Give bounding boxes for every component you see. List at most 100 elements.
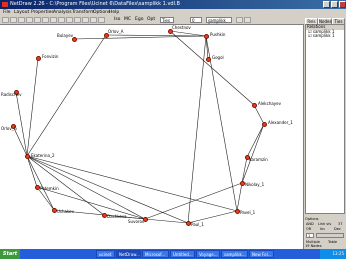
node-label: Paul_1 (191, 222, 204, 227)
node-label: Ekaterina_2 (31, 153, 55, 158)
label-icon[interactable] (90, 17, 97, 23)
link-vis-label: Link vis (318, 222, 332, 226)
ego-button[interactable]: Ego (135, 16, 143, 24)
node-label: Fonvizin (42, 54, 59, 59)
network-node[interactable] (101, 212, 107, 218)
options-label: Options (305, 217, 319, 221)
network-node[interactable] (24, 153, 30, 159)
network-node[interactable] (34, 184, 40, 190)
clock: 13:25 (332, 251, 344, 256)
network-node[interactable] (234, 208, 240, 214)
network-node[interactable] (51, 207, 57, 213)
maximize-button[interactable] (331, 1, 338, 8)
node-icon[interactable] (50, 17, 57, 23)
tie-line (26, 155, 55, 211)
task-netdraw[interactable]: NetDraw... (116, 250, 141, 258)
task-samplikk[interactable]: samplikk... (221, 250, 248, 258)
taskbar: Start ucinet NetDraw... Microsof... Unti… (0, 249, 346, 259)
node-label: Radischev (1, 92, 22, 97)
node-label: Alekchayev (258, 101, 282, 106)
layout-icon[interactable] (34, 17, 41, 23)
tie-line (169, 30, 207, 37)
tie-line (246, 123, 265, 158)
network-node[interactable] (251, 102, 257, 108)
close-button[interactable] (339, 1, 346, 8)
tie-icon[interactable] (58, 17, 65, 23)
dataset-select[interactable]: samplikk 1.vdl (206, 17, 232, 28)
system-tray: 13:25 (320, 249, 346, 259)
task-microsoft[interactable]: Microsof... (142, 250, 169, 258)
shape-icon[interactable] (74, 17, 81, 23)
node-label: Suvorov (128, 219, 145, 224)
info-icon[interactable] (98, 17, 105, 23)
relation-label: samplikk 1 (312, 33, 335, 38)
save-icon[interactable] (10, 17, 17, 23)
tie-line (36, 186, 146, 220)
network-canvas[interactable]: Orlov_A Bulayev Chestnov Pushkin Gogol Fonviz… (0, 24, 304, 250)
zoom-icon[interactable] (42, 17, 49, 23)
threshold-slider[interactable] (316, 233, 344, 238)
menu-options[interactable]: Options (93, 9, 110, 16)
value-field[interactable]: 0 (190, 17, 202, 23)
dec-checkbox[interactable]: Dec (334, 227, 341, 231)
link-vis-value: 37 (338, 222, 343, 226)
mc-button[interactable]: MC (124, 16, 131, 24)
menu-properties[interactable]: Properties (31, 9, 54, 16)
network-node[interactable] (185, 220, 191, 226)
network-node[interactable] (35, 55, 41, 61)
menu-bar: File Layout Properties Analysis Transfor… (0, 9, 346, 16)
menu-analysis[interactable]: Analysis (53, 9, 72, 16)
opt-button[interactable]: Opt (147, 16, 155, 24)
down-arrow-icon[interactable] (244, 17, 251, 23)
and-radio[interactable]: AND (306, 222, 314, 226)
task-untitled[interactable]: Untitled... (170, 250, 195, 258)
task-voyage[interactable]: Voyage... (196, 250, 220, 258)
tie-line (241, 123, 265, 184)
node-label: Pavel_1 (240, 210, 256, 215)
minimize-button[interactable] (323, 1, 330, 8)
node-label: Bulayev (57, 33, 74, 38)
app-icon (2, 2, 8, 7)
network-node[interactable] (261, 121, 267, 127)
node-label: Ushakov (57, 209, 74, 214)
open-icon[interactable] (2, 17, 9, 23)
tie-line (187, 35, 207, 224)
relation-item[interactable]: ☑ samplikk 1 (306, 33, 344, 39)
tie-line (236, 182, 243, 212)
network-node[interactable] (203, 33, 209, 39)
node-label: Gogol (212, 55, 224, 60)
network-node[interactable] (205, 56, 211, 62)
relations-list[interactable]: Relations ☑ samplikk 1 ☑ samplikk 1 (305, 24, 345, 214)
threshold-field[interactable]: 1 (306, 233, 314, 238)
node-label: Dashkova (107, 214, 127, 219)
start-button[interactable]: Start (0, 249, 20, 259)
tie-line (105, 34, 207, 37)
task-new-folder[interactable]: New Fol... (249, 250, 274, 258)
or-radio[interactable]: OR (306, 227, 311, 231)
node-label: Nikolay_1 (245, 182, 265, 187)
toolbar: Iso MC Ego Opt Ties 0 samplikk 1.vdl (0, 16, 346, 28)
menu-layout[interactable]: Layout (14, 9, 29, 16)
size-icon[interactable] (82, 17, 89, 23)
inc-checkbox[interactable]: Inc (320, 227, 325, 231)
ties-field[interactable]: Ties (160, 17, 174, 23)
tie-line (144, 218, 189, 224)
network-node[interactable] (239, 180, 245, 186)
menu-transform[interactable]: Transform (72, 9, 94, 16)
tie-line (205, 35, 209, 60)
print-icon[interactable] (18, 17, 25, 23)
threshold-value: 1 (308, 234, 311, 238)
node-label: Pushkin (210, 32, 226, 37)
ties-label: Ties (162, 18, 170, 23)
color-icon[interactable] (66, 17, 73, 23)
up-arrow-icon[interactable] (236, 17, 243, 23)
menu-help[interactable]: Help (109, 9, 119, 16)
tie-line (205, 35, 238, 212)
menu-file[interactable]: File (3, 9, 11, 16)
node-label: Karamzin (249, 157, 268, 162)
iso-button[interactable]: Iso (114, 16, 120, 24)
rotate-icon[interactable] (26, 17, 33, 23)
task-ucinet[interactable]: ucinet (96, 250, 115, 258)
table-checkbox[interactable]: Table (328, 240, 337, 244)
node-label: Orlov_A (108, 29, 124, 34)
